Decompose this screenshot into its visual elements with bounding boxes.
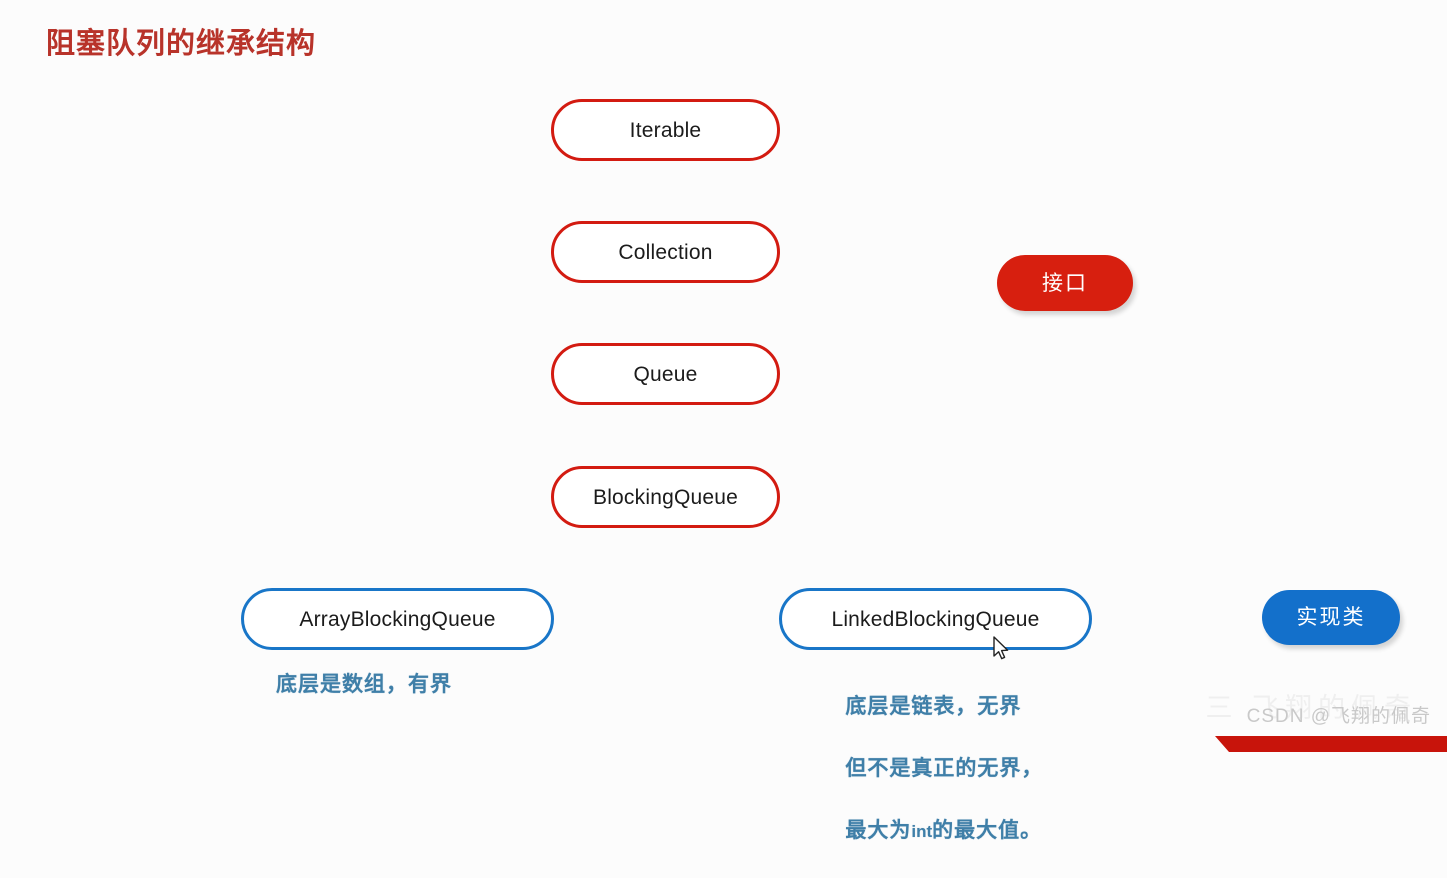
annotation-linkedblockingqueue-line-3-suffix: 的最大值。 — [932, 819, 1043, 842]
node-blockingqueue[interactable]: BlockingQueue — [551, 466, 780, 528]
annotation-linkedblockingqueue-line-3-prefix: 最大为 — [845, 819, 912, 842]
annotation-linkedblockingqueue: 底层是链表，无界 但不是真正的无界， 最大为int的最大值。 — [818, 660, 1043, 878]
legend-chip-interface-label: 接口 — [1042, 271, 1088, 295]
bottom-red-ribbon — [1215, 736, 1447, 752]
node-arrayblockingqueue[interactable]: ArrayBlockingQueue — [241, 588, 554, 650]
legend-chip-implementation[interactable]: 实现类 — [1262, 590, 1400, 645]
annotation-linkedblockingqueue-line-3-keyword: int — [911, 822, 933, 841]
node-iterable-label: Iterable — [629, 118, 702, 142]
legend-chip-interface[interactable]: 接口 — [997, 255, 1133, 311]
node-collection-label: Collection — [618, 240, 713, 264]
annotation-linkedblockingqueue-line-2: 但不是真正的无界， — [845, 757, 1044, 780]
node-queue[interactable]: Queue — [551, 343, 780, 405]
node-queue-label: Queue — [633, 362, 698, 386]
annotation-linkedblockingqueue-line-1: 底层是链表，无界 — [845, 695, 1022, 718]
annotation-arrayblockingqueue: 底层是数组，有界 — [276, 673, 452, 696]
node-arrayblockingqueue-label: ArrayBlockingQueue — [299, 607, 496, 631]
watermark-csdn: CSDN @飞翔的佩奇 — [1246, 706, 1431, 727]
node-blockingqueue-label: BlockingQueue — [592, 485, 739, 509]
node-linkedblockingqueue[interactable]: LinkedBlockingQueue — [779, 588, 1092, 650]
node-linkedblockingqueue-label: LinkedBlockingQueue — [831, 607, 1040, 631]
node-iterable[interactable]: Iterable — [551, 99, 780, 161]
legend-chip-implementation-label: 实现类 — [1296, 606, 1366, 629]
page-title: 阻塞队列的继承结构 — [46, 28, 317, 60]
node-collection[interactable]: Collection — [551, 221, 780, 283]
slide-canvas: 阻塞队列的继承结构 Iterable Collection Queue Bloc… — [0, 0, 1447, 842]
